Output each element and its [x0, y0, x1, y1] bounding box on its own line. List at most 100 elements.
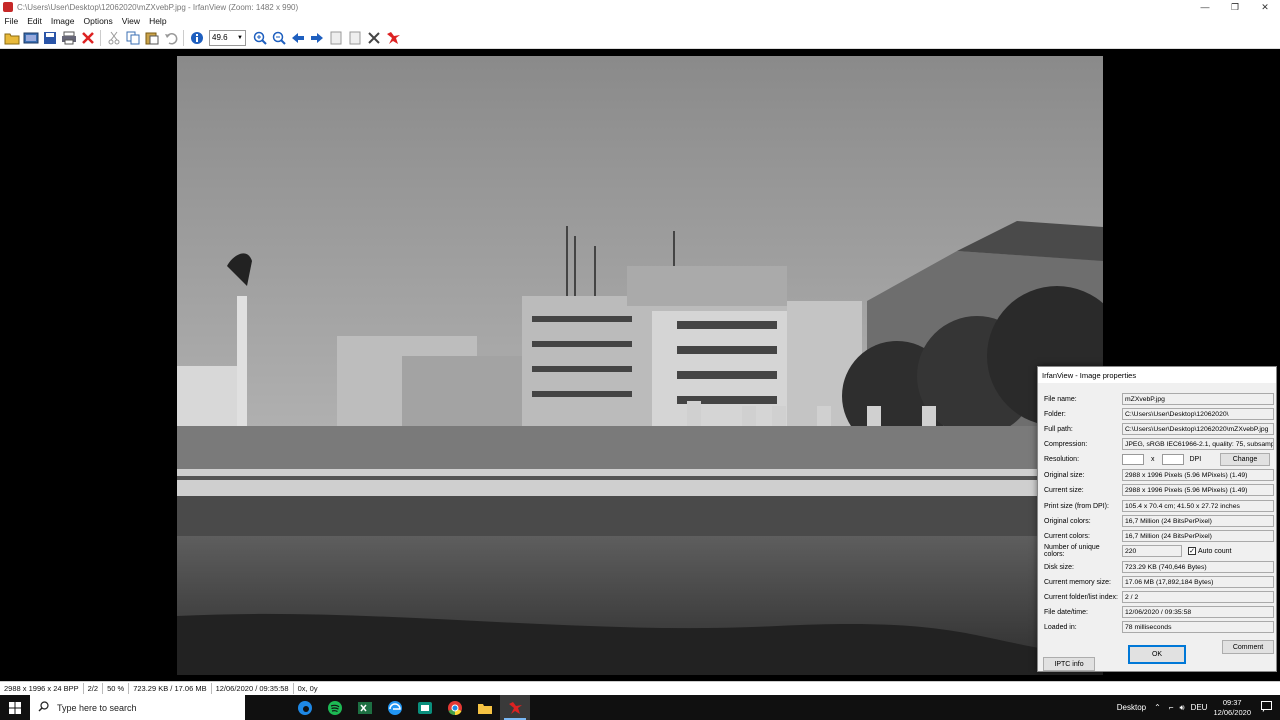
file-explorer-icon[interactable] — [470, 695, 500, 720]
resolution-y-input[interactable] — [1161, 453, 1184, 465]
folder-index-field[interactable]: 2 / 2 — [1122, 591, 1274, 603]
row-folder-index: Current folder/list index: 2 / 2 — [1044, 591, 1274, 603]
menu-file[interactable]: File — [0, 16, 23, 26]
iptc-info-button[interactable]: IPTC info — [1043, 657, 1095, 671]
menu-edit[interactable]: Edit — [23, 16, 47, 26]
change-button[interactable]: Change — [1220, 453, 1270, 466]
print-size-field[interactable]: 105.4 x 70.4 cm; 41.50 x 27.72 inches — [1122, 500, 1274, 512]
clock[interactable]: 09:37 12/06/2020 — [1213, 698, 1251, 718]
row-file-date: File date/time: 12/06/2020 / 09:35:58 — [1044, 606, 1274, 618]
chevron-up-icon[interactable]: ⌃ — [1154, 703, 1161, 712]
current-size-label: Current size: — [1044, 486, 1084, 494]
desktop-toolbar-label[interactable]: Desktop — [1117, 703, 1146, 712]
menu-image[interactable]: Image — [46, 16, 79, 26]
resolution-times-label: x — [1151, 455, 1155, 463]
info-icon[interactable] — [188, 29, 206, 47]
menu-options[interactable]: Options — [79, 16, 117, 26]
cut-icon[interactable] — [105, 29, 123, 47]
chrome-icon[interactable] — [440, 695, 470, 720]
row-current-size: Current size: 2988 x 1996 Pixels (5.96 M… — [1044, 484, 1274, 496]
status-datetime: 12/06/2020 / 09:35:58 — [212, 683, 294, 694]
paste-icon[interactable] — [143, 29, 161, 47]
clock-time: 09:37 — [1222, 697, 1242, 707]
row-current-colors: Current colors: 16,7 Million (24 BitsPer… — [1044, 530, 1274, 542]
excel-icon[interactable] — [350, 695, 380, 720]
edge-legacy-icon[interactable] — [290, 695, 320, 720]
irfanview-taskbar-icon[interactable] — [500, 695, 530, 720]
row-original-colors: Original colors: 16,7 Million (24 BitsPe… — [1044, 515, 1274, 527]
edge-icon[interactable] — [380, 695, 410, 720]
resolution-label: Resolution: — [1044, 455, 1080, 463]
title-bar: C:\Users\User\Desktop\12062020\mZXvebP.j… — [0, 0, 1280, 14]
next-icon[interactable] — [308, 29, 326, 47]
save-icon[interactable] — [41, 29, 59, 47]
original-size-field[interactable]: 2988 x 1996 Pixels (5.96 MPixels) (1.49) — [1122, 469, 1274, 481]
memory-size-field[interactable]: 17.06 MB (17,892,184 Bytes) — [1122, 576, 1274, 588]
resolution-x-input[interactable] — [1122, 453, 1144, 465]
compression-field[interactable]: JPEG, sRGB IEC61966-2.1, quality: 75, su… — [1122, 438, 1274, 450]
clock-date: 12/06/2020 — [1213, 707, 1251, 717]
notification-icon[interactable] — [1261, 701, 1272, 714]
network-icon[interactable]: ⌐ — [1169, 703, 1174, 712]
toolbar-separator — [183, 29, 184, 46]
original-colors-field[interactable]: 16,7 Million (24 BitsPerPixel) — [1122, 515, 1274, 527]
comment-button[interactable]: Comment — [1222, 640, 1274, 654]
close-button[interactable]: ✕ — [1250, 0, 1280, 14]
print-size-label: Print size (from DPI): — [1044, 502, 1109, 510]
row-loaded-in: Loaded in: 78 milliseconds — [1044, 621, 1274, 633]
auto-count-checkbox[interactable]: ✓ Auto count — [1188, 547, 1231, 555]
dpi-label: DPI — [1189, 455, 1202, 463]
maximize-button[interactable]: ❐ — [1220, 0, 1250, 14]
row-compression: Compression: JPEG, sRGB IEC61966-2.1, qu… — [1044, 438, 1274, 450]
loaded-in-field[interactable]: 78 milliseconds — [1122, 621, 1274, 633]
copy-icon[interactable] — [124, 29, 142, 47]
row-memory-size: Current memory size: 17.06 MB (17,892,18… — [1044, 576, 1274, 588]
file-date-field[interactable]: 12/06/2020 / 09:35:58 — [1122, 606, 1274, 618]
current-size-field[interactable]: 2988 x 1996 Pixels (5.96 MPixels) (1.49) — [1122, 484, 1274, 496]
zoom-out-icon[interactable] — [270, 29, 288, 47]
memory-size-label: Current memory size: — [1044, 578, 1111, 586]
exit-icon[interactable] — [384, 29, 402, 47]
checkmark-icon[interactable]: ✓ — [1188, 547, 1196, 555]
search-placeholder: Type here to search — [57, 702, 137, 713]
menu-view[interactable]: View — [117, 16, 144, 26]
system-tray: Desktop ⌃ ⌐ 🔊︎ DEU 09:37 12/06/2020 — [1117, 695, 1280, 720]
file-name-field[interactable]: mZXvebP.jpg — [1122, 393, 1274, 405]
taskbar-search-box[interactable]: Type here to search — [30, 695, 245, 720]
undo-icon[interactable] — [162, 29, 180, 47]
ok-button[interactable]: OK — [1128, 645, 1186, 664]
zoom-combobox[interactable]: 49.6 ▼ — [209, 29, 246, 46]
full-path-label: Full path: — [1044, 425, 1073, 433]
app-icon[interactable] — [410, 695, 440, 720]
file-name-label: File name: — [1044, 395, 1077, 403]
menu-help[interactable]: Help — [145, 16, 171, 26]
status-coords: 0x, 0y — [297, 684, 318, 693]
folder-index-label: Current folder/list index: — [1044, 593, 1118, 601]
original-colors-label: Original colors: — [1044, 517, 1091, 525]
settings-icon[interactable] — [365, 29, 383, 47]
unique-colors-label: Number of unique colors: — [1044, 544, 1100, 558]
file-date-label: File date/time: — [1044, 608, 1088, 616]
previous-icon[interactable] — [289, 29, 307, 47]
language-indicator[interactable]: DEU — [1191, 703, 1208, 712]
minimize-button[interactable]: — — [1190, 0, 1220, 14]
spotify-icon[interactable] — [320, 695, 350, 720]
open-icon[interactable] — [3, 29, 21, 47]
full-path-field[interactable]: C:\Users\User\Desktop\12062020\mZXvebP.j… — [1122, 423, 1274, 435]
zoom-in-icon[interactable] — [251, 29, 269, 47]
slideshow-icon[interactable] — [22, 29, 40, 47]
last-page-icon[interactable] — [346, 29, 364, 47]
print-icon[interactable] — [60, 29, 78, 47]
first-page-icon[interactable] — [327, 29, 345, 47]
windows-start-icon[interactable] — [0, 695, 30, 720]
delete-icon[interactable] — [79, 29, 97, 47]
irfanview-app-icon — [3, 2, 13, 12]
unique-colors-field[interactable]: 220 — [1122, 545, 1182, 557]
current-colors-field[interactable]: 16,7 Million (24 BitsPerPixel) — [1122, 530, 1274, 542]
folder-field[interactable]: C:\Users\User\Desktop\12062020\ — [1122, 408, 1274, 420]
volume-icon[interactable]: 🔊︎ — [1180, 703, 1185, 713]
chevron-down-icon[interactable]: ▼ — [237, 35, 243, 41]
photo-image — [177, 56, 1103, 675]
disk-size-field[interactable]: 723.29 KB (740,646 Bytes) — [1122, 561, 1274, 573]
status-index: 2/2 — [84, 683, 104, 694]
